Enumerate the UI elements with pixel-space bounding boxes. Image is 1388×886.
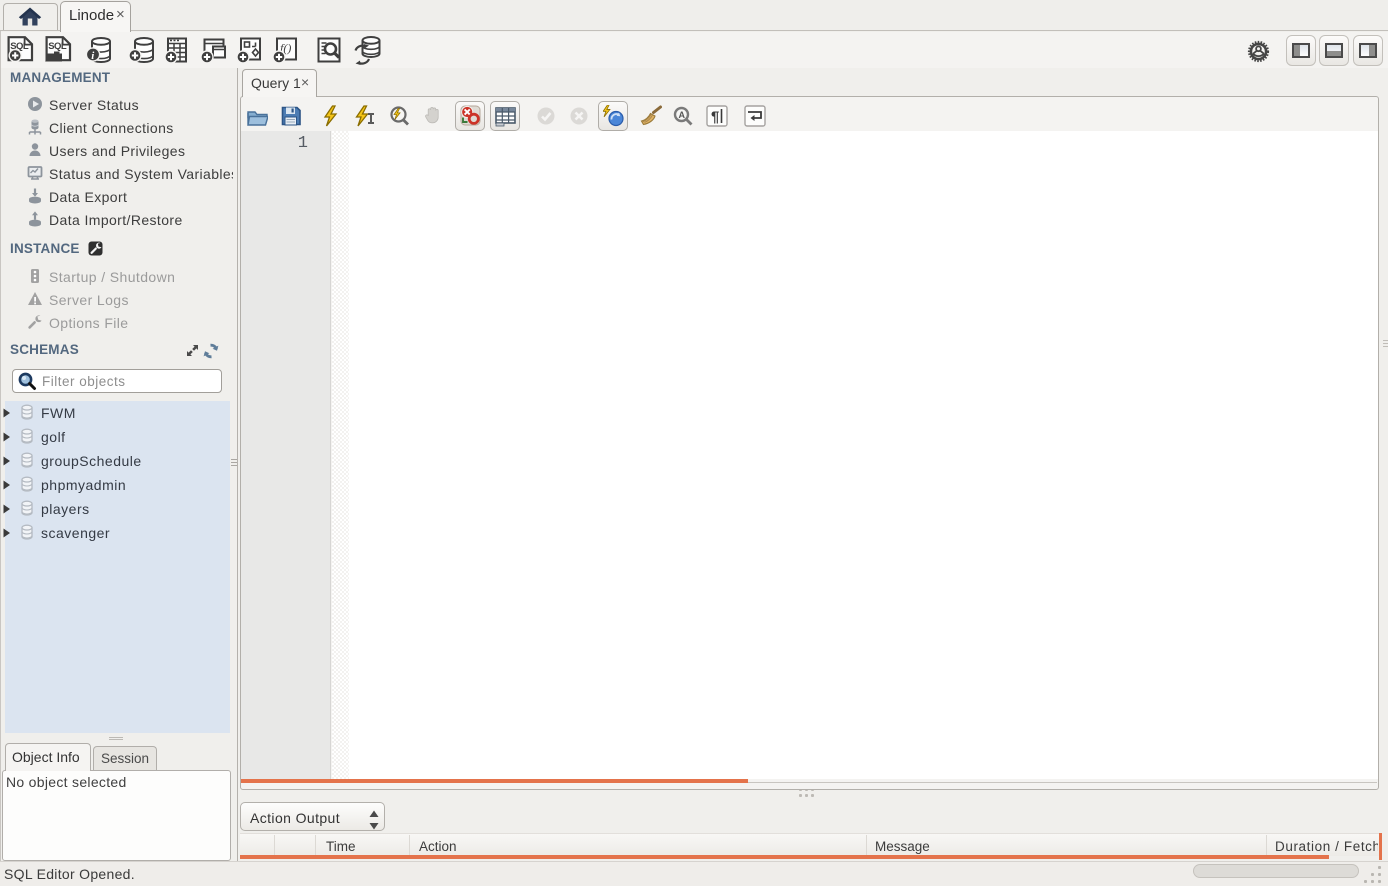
svg-text:A: A — [679, 110, 686, 120]
svg-text:¶: ¶ — [711, 109, 719, 126]
svg-text:SQL: SQL — [48, 41, 67, 52]
